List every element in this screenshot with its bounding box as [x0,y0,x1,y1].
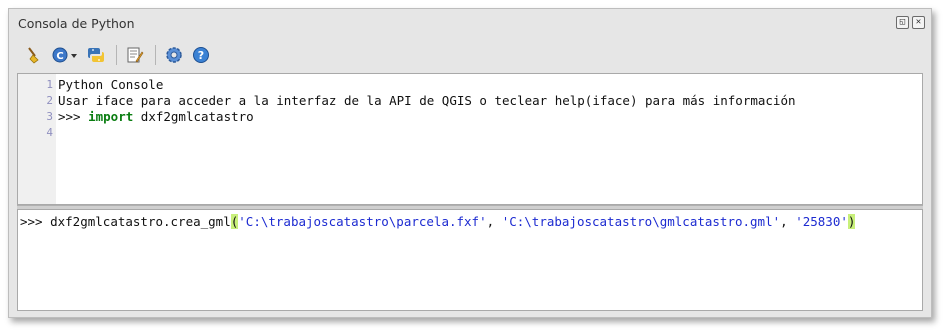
output-text: dxf2gmlcatastro [133,108,254,124]
output-text: Python Console [58,76,164,92]
clear-console-button[interactable] [23,44,45,66]
svg-text:?: ? [198,49,204,62]
svg-text:C: C [56,51,63,62]
float-panel-button[interactable]: ◱ [896,16,909,29]
output-line: 3 >>> import dxf2gmlcatastro [18,108,922,124]
toolbar-separator [116,45,117,65]
open-paren-match: ( [230,213,239,229]
line-number: 1 [46,77,53,91]
import-keyword: import [88,108,134,124]
string-arg-1: 'C:\trabajoscatastro\parcela.fxf' [238,213,487,229]
line-number: 4 [46,125,53,139]
command-call: dxf2gmlcatastro.crea_gml [50,213,231,229]
console-toolbar: C ? [9,37,931,73]
line-number: 2 [46,93,53,107]
string-arg-2: 'C:\trabajoscatastro\gmlcatastro.gml' [501,213,781,229]
panel-titlebar: Consola de Python ◱ ✕ [9,9,931,37]
output-line: 2 Usar iface para acceder a la interfaz … [18,92,922,108]
import-class-icon: C [52,47,77,63]
toolbar-separator [155,45,156,65]
input-prompt: >>> [20,213,51,229]
help-button[interactable]: ? [190,44,212,66]
command-line[interactable]: >>> dxf2gmlcatastro.crea_gml('C:\trabajo… [20,212,856,230]
python-run-icon [88,48,104,62]
output-line: 1 Python Console [18,76,922,92]
settings-button[interactable] [163,44,185,66]
line-number: 3 [46,109,53,123]
python-console-panel: Consola de Python ◱ ✕ C ? 1 Python Conso… [8,8,932,318]
prompt: >>> [58,108,89,124]
arg-separator: , [780,213,796,229]
editor-icon [127,47,144,63]
string-arg-3: '25830' [795,213,848,229]
output-text: Usar iface para acceder a la interfaz de… [58,92,796,108]
arg-separator: , [486,213,502,229]
settings-icon [166,47,182,63]
clear-console-icon [28,47,39,64]
console-input[interactable]: >>> dxf2gmlcatastro.crea_gml('C:\trabajo… [17,209,923,311]
run-script-button[interactable] [85,44,107,66]
console-output[interactable]: 1 Python Console 2 Usar iface para acced… [17,73,923,205]
output-line: 4 [18,124,922,140]
show-editor-button[interactable] [124,44,146,66]
panel-title: Consola de Python [18,15,135,31]
help-icon: ? [193,47,209,63]
close-panel-button[interactable]: ✕ [912,16,925,29]
close-paren-match: ) [847,213,856,229]
import-class-button[interactable]: C [50,44,80,66]
